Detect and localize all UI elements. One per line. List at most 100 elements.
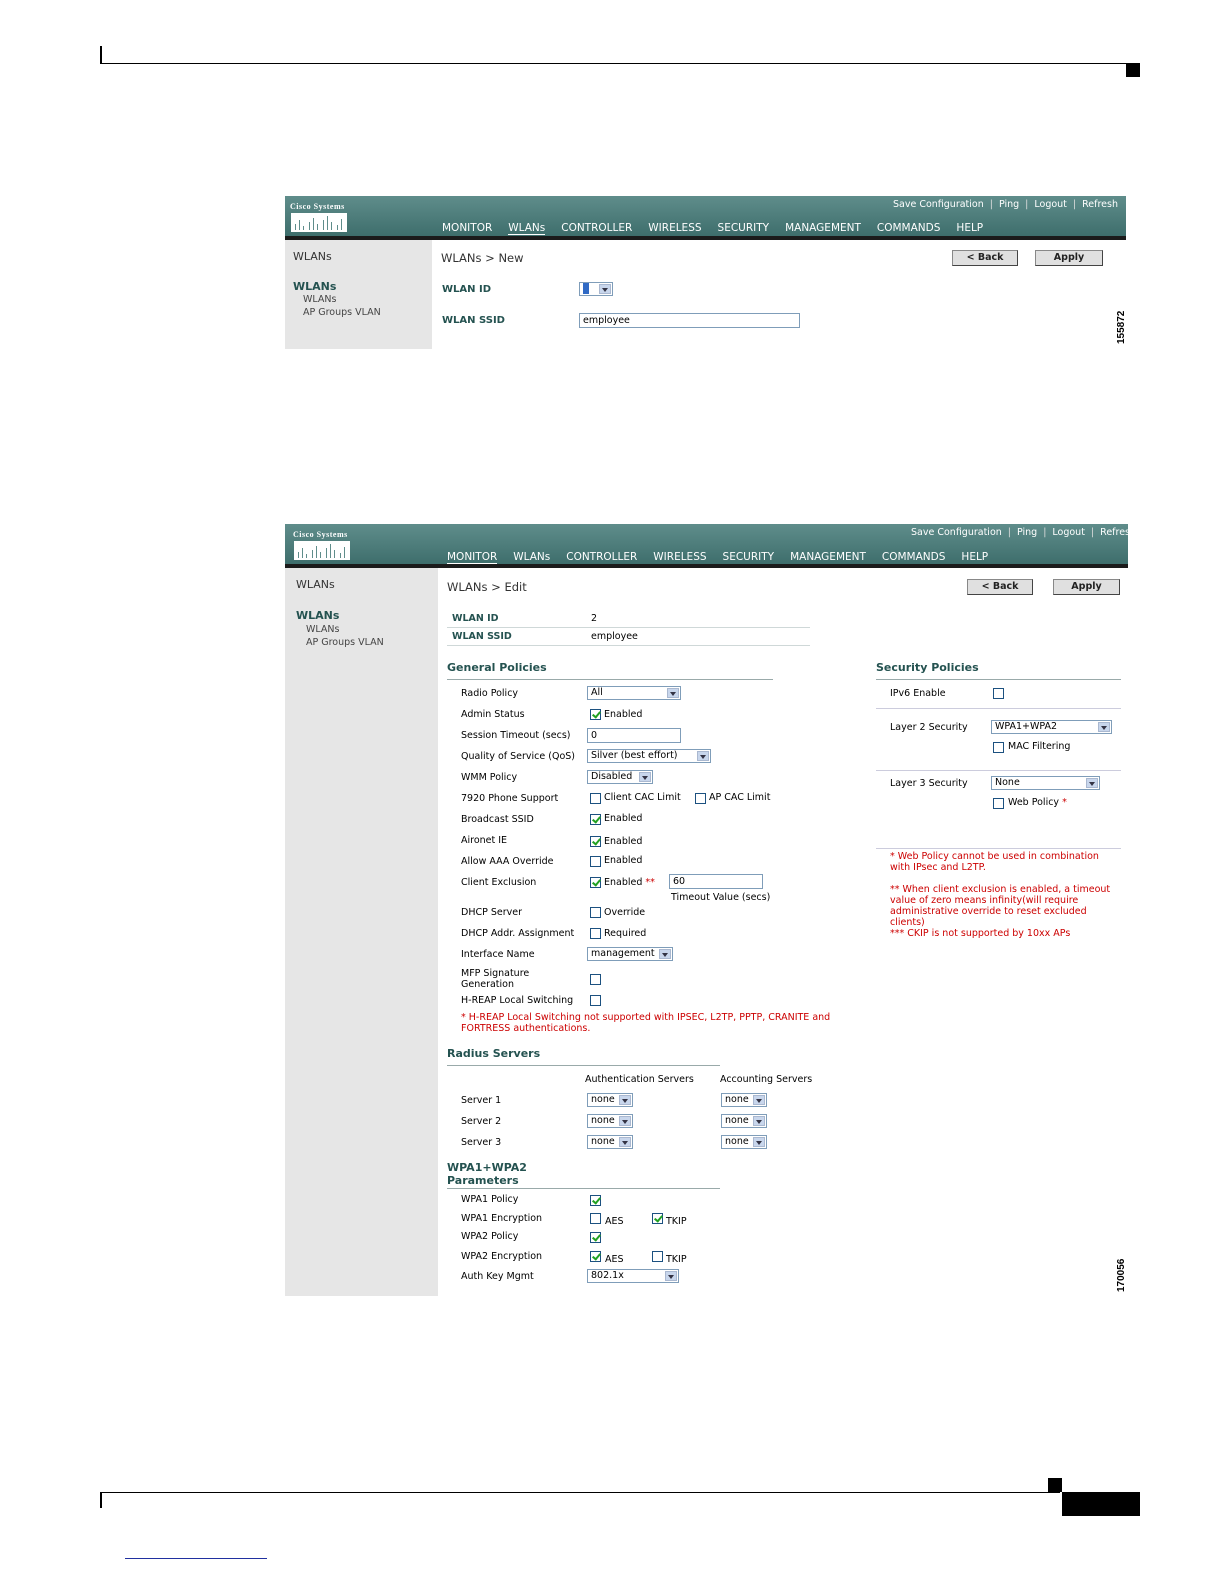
sidebar-item-wlans[interactable]: WLANs xyxy=(306,624,339,635)
client-exclusion-stars: ** xyxy=(645,877,655,888)
menu-commands[interactable]: COMMANDS xyxy=(882,551,946,563)
ap-cac-limit-checkbox[interactable] xyxy=(695,793,706,804)
cisco-logo: Cisco Systems xyxy=(293,530,351,560)
refresh-link[interactable]: Refresh xyxy=(1082,199,1118,210)
radio-policy-select[interactable]: All xyxy=(587,686,681,700)
server2-auth-select[interactable]: none xyxy=(587,1114,633,1128)
mfp-signature-checkbox[interactable] xyxy=(590,974,601,985)
menu-controller[interactable]: CONTROLLER xyxy=(566,551,637,563)
menu-controller[interactable]: CONTROLLER xyxy=(561,222,632,234)
back-button[interactable]: < Back xyxy=(952,250,1018,266)
wpa1-encryption-label: WPA1 Encryption xyxy=(461,1213,543,1224)
menu-wireless[interactable]: WIRELESS xyxy=(653,551,706,563)
admin-status-label: Admin Status xyxy=(461,709,525,720)
menu-monitor[interactable]: MONITOR xyxy=(442,222,492,234)
session-timeout-input[interactable]: 0 xyxy=(587,728,681,743)
save-configuration-link[interactable]: Save Configuration xyxy=(911,527,1002,538)
ipv6-enable-checkbox[interactable] xyxy=(993,688,1004,699)
apply-button[interactable]: Apply xyxy=(1053,579,1120,595)
wpa2-tkip-checkbox[interactable] xyxy=(652,1251,663,1262)
sidebar-item-ap-groups-vlan[interactable]: AP Groups VLAN xyxy=(306,637,384,648)
sidebar-heading-wlans[interactable]: WLANs xyxy=(293,280,336,293)
wpa1-policy-checkbox[interactable] xyxy=(590,1195,601,1206)
ping-link[interactable]: Ping xyxy=(999,199,1019,210)
menu-management[interactable]: MANAGEMENT xyxy=(785,222,861,234)
wpa-title-line1: WPA1+WPA2 xyxy=(447,1161,527,1174)
dhcp-assignment-required-checkbox[interactable] xyxy=(590,928,601,939)
layer2-security-select[interactable]: WPA1+WPA2 xyxy=(991,720,1112,734)
server1-auth-select[interactable]: none xyxy=(587,1093,633,1107)
wlan-ssid-input[interactable]: employee xyxy=(579,313,800,328)
mfp-line1: MFP Signature xyxy=(461,968,530,979)
mac-filtering-checkbox[interactable] xyxy=(993,742,1004,753)
wmm-policy-select[interactable]: Disabled xyxy=(587,770,653,784)
top-links: Save Configuration | Ping | Logout | Refres xyxy=(911,527,1128,538)
menu-management[interactable]: MANAGEMENT xyxy=(790,551,866,563)
broadcast-ssid-checkbox[interactable] xyxy=(590,814,601,825)
wpa1-tkip-checkbox[interactable] xyxy=(652,1213,663,1224)
aironet-ie-checkbox[interactable] xyxy=(590,836,601,847)
menu-security[interactable]: SECURITY xyxy=(723,551,775,563)
apply-button[interactable]: Apply xyxy=(1035,250,1103,266)
server3-acct-select[interactable]: none xyxy=(721,1135,767,1149)
menu-wlans[interactable]: WLANs xyxy=(508,222,546,235)
chevron-down-icon xyxy=(753,1137,765,1147)
qos-select[interactable]: Silver (best effort) xyxy=(587,749,711,763)
menu-help[interactable]: HELP xyxy=(956,222,983,234)
admin-status-checkbox[interactable] xyxy=(590,709,601,720)
sidebar: WLANs WLANs WLANs AP Groups VLAN xyxy=(285,568,438,1296)
server3-auth-select[interactable]: none xyxy=(587,1135,633,1149)
sidebar-heading-wlans[interactable]: WLANs xyxy=(296,609,339,622)
refresh-link[interactable]: Refres xyxy=(1100,527,1128,538)
menu-commands[interactable]: COMMANDS xyxy=(877,222,941,234)
menu-help[interactable]: HELP xyxy=(961,551,988,563)
back-button[interactable]: < Back xyxy=(967,579,1033,595)
bottom-rule xyxy=(100,1492,1060,1493)
wpa2-aes-label: AES xyxy=(605,1254,624,1265)
section-divider xyxy=(876,848,1121,849)
divider xyxy=(447,645,810,646)
menu-wireless[interactable]: WIRELESS xyxy=(648,222,701,234)
client-exclusion-timeout-input[interactable]: 60 xyxy=(669,874,763,889)
logout-link[interactable]: Logout xyxy=(1034,199,1067,210)
radio-policy-label: Radio Policy xyxy=(461,688,519,699)
sidebar: WLANs WLANs WLANs AP Groups VLAN xyxy=(285,240,432,349)
menu-security[interactable]: SECURITY xyxy=(718,222,770,234)
chevron-down-icon xyxy=(619,1095,631,1105)
web-policy-label: Web Policy * xyxy=(1008,797,1067,808)
server1-acct-select[interactable]: none xyxy=(721,1093,767,1107)
wlan-id-label: WLAN ID xyxy=(442,284,492,295)
client-exclusion-option: Enabled ** xyxy=(604,877,655,888)
server2-acct-select[interactable]: none xyxy=(721,1114,767,1128)
save-configuration-link[interactable]: Save Configuration xyxy=(893,199,984,210)
ping-link[interactable]: Ping xyxy=(1017,527,1037,538)
client-cac-limit-checkbox[interactable] xyxy=(590,793,601,804)
server3-acct-value: none xyxy=(725,1136,749,1147)
menu-wlans[interactable]: WLANs xyxy=(513,551,550,563)
layer2-security-label: Layer 2 Security xyxy=(890,722,968,733)
sidebar-item-wlans[interactable]: WLANs xyxy=(303,294,336,305)
aaa-override-checkbox[interactable] xyxy=(590,856,601,867)
wpa2-aes-checkbox[interactable] xyxy=(590,1251,601,1262)
radius-servers-title: Radius Servers xyxy=(447,1047,541,1060)
logout-link[interactable]: Logout xyxy=(1052,527,1085,538)
sidebar-item-ap-groups-vlan[interactable]: AP Groups VLAN xyxy=(303,307,381,318)
wlan-id-select[interactable]: 2 xyxy=(579,282,613,296)
wlan-ssid-label: WLAN SSID xyxy=(452,631,512,642)
interface-name-select[interactable]: management xyxy=(587,947,673,961)
wpa1-aes-checkbox[interactable] xyxy=(590,1213,601,1224)
page-number-box xyxy=(1062,1492,1140,1516)
hreap-checkbox[interactable] xyxy=(590,995,601,1006)
dhcp-server-override-checkbox[interactable] xyxy=(590,907,601,918)
menu-monitor[interactable]: MONITOR xyxy=(447,551,498,564)
qos-label: Quality of Service (QoS) xyxy=(461,751,576,762)
wpa2-policy-checkbox[interactable] xyxy=(590,1232,601,1243)
web-policy-checkbox[interactable] xyxy=(993,798,1004,809)
chevron-down-icon xyxy=(619,1116,631,1126)
auth-key-mgmt-select[interactable]: 802.1x xyxy=(587,1269,679,1283)
client-exclusion-checkbox[interactable] xyxy=(590,877,601,888)
aaa-override-option: Enabled xyxy=(604,855,643,866)
dhcp-assignment-required-label: Required xyxy=(604,928,647,939)
layer3-security-select[interactable]: None xyxy=(991,776,1100,790)
aironet-ie-option: Enabled xyxy=(604,836,643,847)
